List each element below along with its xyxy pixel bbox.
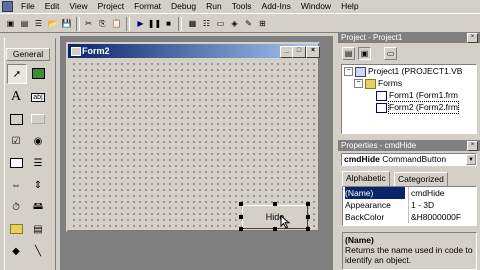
copy-icon[interactable]: ⎘ xyxy=(96,17,109,30)
properties-window-icon[interactable]: ☷ xyxy=(200,17,213,30)
tree-item-project[interactable]: − Project1 (PROJECT1.VB xyxy=(344,66,462,77)
property-row[interactable]: (Name) cmdHide xyxy=(343,187,476,199)
tree-item-form1[interactable]: Form1 (Form1.frm xyxy=(376,90,458,101)
resize-handle-e[interactable] xyxy=(306,215,310,219)
tree-item-form2[interactable]: Form2 (Form2.frm xyxy=(376,101,459,114)
break-icon[interactable]: ❚❚ xyxy=(148,17,161,30)
listbox-icon[interactable]: ☰ xyxy=(29,154,47,172)
form-file-icon xyxy=(376,102,387,113)
project-icon xyxy=(355,66,366,77)
start-icon[interactable]: ▶ xyxy=(134,17,147,30)
checkbox-icon[interactable]: ☑ xyxy=(7,132,25,150)
end-icon[interactable]: ■ xyxy=(162,17,175,30)
menu-debug[interactable]: Debug xyxy=(166,0,201,12)
dirlistbox-icon[interactable] xyxy=(7,220,25,238)
menu-view[interactable]: View xyxy=(64,0,92,12)
toggle-folders-icon[interactable]: ▭ xyxy=(384,47,397,60)
form-designer-window[interactable]: Form2 _ □ × Hide xyxy=(66,42,320,232)
project-tree[interactable]: − Project1 (PROJECT1.VB − Forms Form1 (F… xyxy=(341,64,477,134)
resize-handle-sw[interactable] xyxy=(239,227,243,231)
optionbutton-icon[interactable]: ◉ xyxy=(29,132,47,150)
project-explorer-icon[interactable]: ▦ xyxy=(186,17,199,30)
hide-command-button[interactable]: Hide xyxy=(242,205,308,229)
folder-icon xyxy=(365,78,376,89)
tree-item-forms-folder[interactable]: − Forms xyxy=(354,78,402,89)
properties-title: Properties - cmdHide × xyxy=(338,140,480,151)
paste-icon[interactable]: 📋 xyxy=(110,17,123,30)
toolbox-icon[interactable]: ✎ xyxy=(242,17,255,30)
tab-categorized[interactable]: Categorized xyxy=(394,172,448,187)
open-project-icon[interactable]: 📂 xyxy=(46,17,59,30)
drivelistbox-icon[interactable]: 🖴 xyxy=(29,198,47,216)
save-project-icon[interactable]: 💾 xyxy=(60,17,73,30)
resize-handle-nw[interactable] xyxy=(239,202,243,206)
menu-help[interactable]: Help xyxy=(336,0,363,12)
menu-add-ins[interactable]: Add-Ins xyxy=(257,0,296,12)
description-text: Returns the name used in code to identif… xyxy=(345,245,473,265)
resize-handle-se[interactable] xyxy=(306,227,310,231)
chevron-down-icon[interactable]: ▼ xyxy=(466,154,476,165)
close-icon[interactable]: × xyxy=(467,33,478,43)
resize-handle-ne[interactable] xyxy=(306,202,310,206)
menu-bar: File Edit View Project Format Debug Run … xyxy=(0,0,480,12)
toolbox-tab-general[interactable]: General xyxy=(6,48,50,61)
form-layout-icon[interactable]: ▭ xyxy=(214,17,227,30)
menu-edit[interactable]: Edit xyxy=(40,0,65,12)
toolbar: ▣ ▤ ☰ 📂 💾 ✂ ⎘ 📋 ▶ ❚❚ ■ ▦ ☷ ▭ ◈ ✎ ⊞ xyxy=(0,13,480,33)
vb-app-icon xyxy=(2,0,13,12)
data-view-icon[interactable]: ⊞ xyxy=(256,17,269,30)
add-project-icon[interactable]: ▣ xyxy=(4,17,17,30)
menu-file[interactable]: File xyxy=(16,0,40,12)
form-title-bar[interactable]: Form2 _ □ × xyxy=(68,44,320,58)
resize-handle-n[interactable] xyxy=(273,202,277,206)
object-selector[interactable]: cmdHide CommandButton ▼ xyxy=(341,153,477,166)
property-row[interactable]: Appearance 1 - 3D xyxy=(343,199,476,211)
form-title: Form2 xyxy=(82,46,110,56)
label-icon[interactable]: A xyxy=(7,88,25,106)
timer-icon[interactable]: ⏱ xyxy=(7,198,25,216)
property-description: (Name) Returns the name used in code to … xyxy=(342,232,477,270)
form-grid-canvas[interactable]: Hide xyxy=(70,60,316,231)
resize-handle-s[interactable] xyxy=(273,227,277,231)
pointer-icon[interactable]: ➚ xyxy=(7,64,27,84)
combobox-icon[interactable] xyxy=(7,154,25,172)
menu-tools[interactable]: Tools xyxy=(227,0,257,12)
filelistbox-icon[interactable]: ▤ xyxy=(29,220,47,238)
menu-project[interactable]: Project xyxy=(93,0,129,12)
close-icon[interactable]: × xyxy=(306,46,320,58)
textbox-icon[interactable]: ab| xyxy=(29,88,47,106)
vscrollbar-icon[interactable]: ⇕ xyxy=(29,176,47,194)
view-code-icon[interactable]: ▤ xyxy=(342,47,355,60)
close-icon[interactable]: × xyxy=(467,141,478,151)
property-row[interactable]: BackColor &H8000000F xyxy=(343,211,476,223)
add-form-icon[interactable]: ▤ xyxy=(18,17,31,30)
menu-window[interactable]: Window xyxy=(296,0,336,12)
line-icon[interactable]: ╲ xyxy=(29,242,47,260)
property-grid[interactable]: (Name) cmdHide Appearance 1 - 3D BackCol… xyxy=(342,186,477,226)
menu-editor-icon[interactable]: ☰ xyxy=(32,17,45,30)
frame-icon[interactable] xyxy=(7,110,25,128)
commandbutton-icon[interactable] xyxy=(29,110,47,128)
form-file-icon xyxy=(376,90,387,101)
menu-format[interactable]: Format xyxy=(129,0,166,12)
cut-icon[interactable]: ✂ xyxy=(82,17,95,30)
picturebox-icon[interactable] xyxy=(29,64,47,82)
menu-run[interactable]: Run xyxy=(201,0,227,12)
properties-window: Properties - cmdHide × cmdHide CommandBu… xyxy=(338,140,480,270)
shape-icon[interactable]: ◆ xyxy=(7,242,25,260)
project-explorer-title: Project - Project1 × xyxy=(338,32,480,43)
maximize-icon[interactable]: □ xyxy=(292,46,306,58)
description-title: (Name) xyxy=(345,235,374,245)
hscrollbar-icon[interactable]: ⇔ xyxy=(7,176,25,194)
view-object-icon[interactable]: ▣ xyxy=(358,47,371,60)
form-icon xyxy=(71,47,81,56)
resize-handle-w[interactable] xyxy=(239,215,243,219)
object-browser-icon[interactable]: ◈ xyxy=(228,17,241,30)
tab-alphabetic[interactable]: Alphabetic xyxy=(342,171,390,187)
mouse-cursor-icon xyxy=(280,215,291,229)
project-explorer-window: Project - Project1 × ▤ ▣ ▭ − Project1 (P… xyxy=(338,32,480,134)
